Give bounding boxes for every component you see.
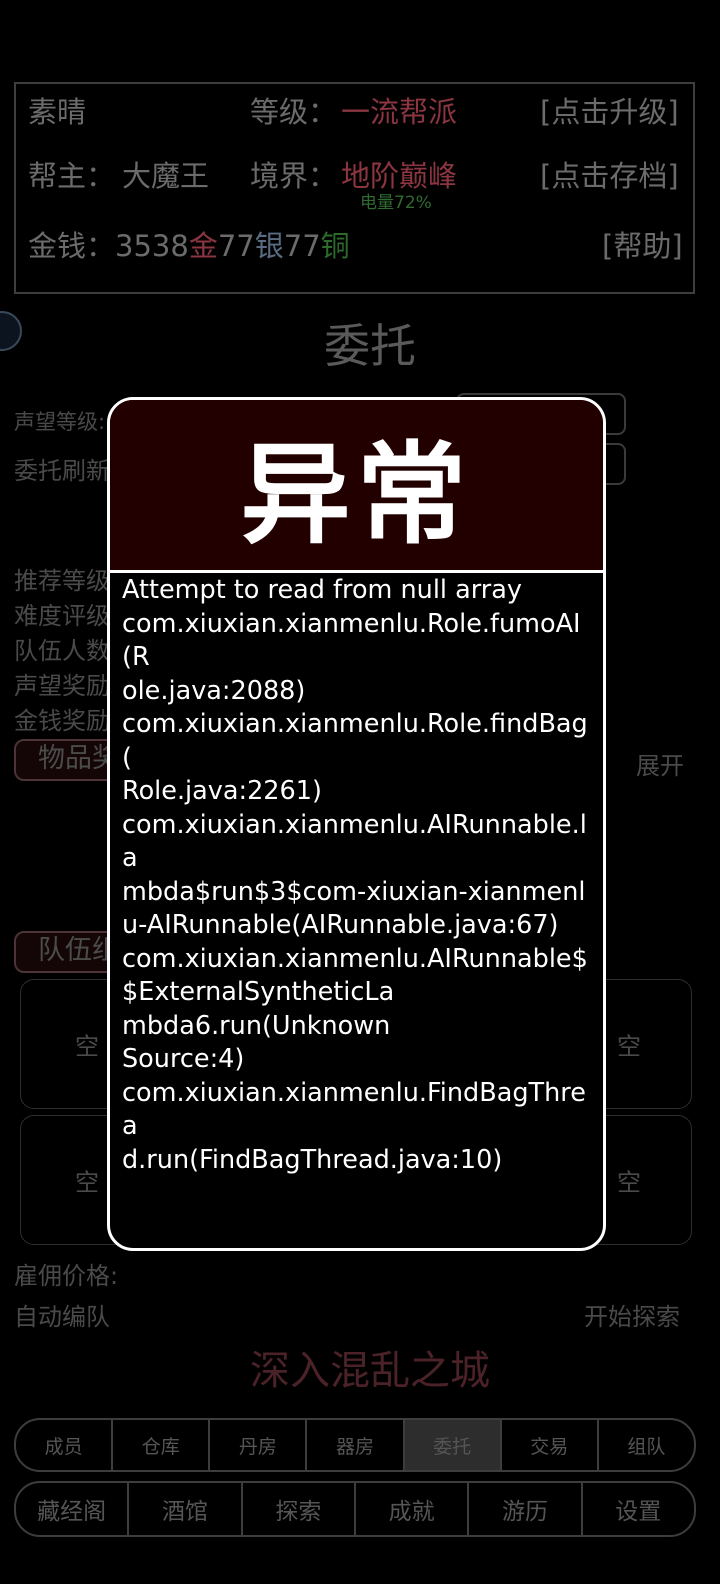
upgrade-link[interactable]: [点击升级] <box>540 96 679 128</box>
gold-amount: 3538 <box>115 229 189 263</box>
sect-info-panel: 素晴 等级： 一流帮派 [点击升级] 帮主： 大魔王 境界： 地阶巅峰 电量72… <box>14 82 695 294</box>
silver-amount: 77 <box>217 229 255 263</box>
primary-tab[interactable]: 仓库 <box>113 1420 211 1470</box>
slot-empty-text: 空 <box>75 1168 99 1197</box>
stack-trace-text: Attempt to read from null array com.xiuxi… <box>122 574 593 1177</box>
recommend-level-label: 推荐等级 <box>14 567 110 595</box>
money-reward-label: 金钱奖励 <box>14 707 110 735</box>
start-explore-button[interactable]: 开始探索 <box>584 1297 680 1332</box>
dialog-header: 异常 <box>110 400 603 573</box>
stack-trace-line: com.xiuxian.xianmenlu.AIRunnable$ <box>122 943 588 974</box>
dialog-title: 异常 <box>240 431 473 559</box>
sect-name: 素晴 <box>28 95 87 129</box>
stack-trace-line: com.xiuxian.xianmenlu.FindBagThrea <box>122 1077 586 1142</box>
slot-empty-text: 空 <box>617 1168 641 1197</box>
primary-tab[interactable]: 成员 <box>16 1420 114 1470</box>
stack-trace-line: com.xiuxian.xianmenlu.Role.findBag( <box>122 709 588 773</box>
battery-indicator: 电量72% <box>360 193 432 213</box>
stack-trace-line: com.xiuxian.xianmenlu.Role.fumoAI(R <box>122 608 581 673</box>
stack-trace-line: com.xiuxian.xianmenlu.AIRunnable.la <box>122 809 587 874</box>
primary-tab[interactable]: 丹房 <box>210 1420 308 1470</box>
page-title: 委托 <box>324 319 416 373</box>
auto-team-button[interactable]: 自动编队 <box>14 1297 110 1332</box>
error-dialog: 异常 Attempt to read from null array com.xi… <box>107 397 606 1251</box>
secondary-tab[interactable]: 探索 <box>243 1483 356 1535</box>
stack-trace-line: Role.java:2261) <box>122 776 322 806</box>
stack-trace-line: $ExternalSyntheticLa <box>122 977 395 1007</box>
help-link[interactable]: [帮助] <box>602 230 683 262</box>
primary-tab[interactable]: 委托 <box>404 1420 502 1470</box>
secondary-tab[interactable]: 游历 <box>469 1483 583 1535</box>
secondary-tab[interactable]: 藏经阁 <box>16 1483 130 1535</box>
stack-trace-line: u-AIRunnable(AIRunnable.java:67) <box>122 910 559 940</box>
team-size-label: 队伍人数 <box>14 637 110 665</box>
level-label: 等级： <box>250 95 338 129</box>
gold-unit: 金 <box>188 229 218 263</box>
money-row: 金钱：3538金77银77铜 <box>28 230 350 262</box>
slot-empty-text: 空 <box>617 1032 641 1061</box>
secondary-tab-bar: 藏经阁 酒馆 探索 成就 游历 设置 <box>14 1481 696 1537</box>
realm-label: 境界： <box>250 159 338 193</box>
copper-amount: 77 <box>283 229 321 263</box>
primary-tab[interactable]: 器房 <box>307 1420 405 1470</box>
stack-trace-line: Source:4) <box>122 1044 245 1074</box>
silver-unit: 银 <box>254 229 284 263</box>
stack-trace-line: Attempt to read from null array <box>122 575 522 605</box>
hire-price-label: 雇佣价格: <box>14 1262 119 1290</box>
copper-unit: 铜 <box>320 229 350 263</box>
expand-link[interactable]: 展开 <box>636 746 684 781</box>
slot-empty-text: 空 <box>75 1032 99 1061</box>
stack-trace-line: ole.java:2088) <box>122 675 306 706</box>
leader-label: 帮主： <box>28 159 116 193</box>
secondary-tab[interactable]: 成就 <box>356 1483 470 1535</box>
secondary-tab[interactable]: 酒馆 <box>129 1483 243 1535</box>
difficulty-label: 难度评级 <box>14 602 110 630</box>
refresh-label: 委托刷新 <box>14 457 110 485</box>
save-link[interactable]: [点击存档] <box>540 160 679 192</box>
secondary-tab[interactable]: 设置 <box>583 1483 694 1535</box>
stack-trace-line: mbda6.run(Unknown <box>122 1010 391 1041</box>
reputation-reward-label: 声望奖励 <box>14 672 110 700</box>
stack-trace-line: d.run(FindBagThread.java:10) <box>122 1144 503 1175</box>
reputation-label: 声望等级: <box>14 410 106 434</box>
money-label: 金钱： <box>28 229 116 263</box>
primary-tab[interactable]: 交易 <box>502 1420 599 1470</box>
primary-tab-bar: 成员 仓库 丹房 器房 委托 交易 组队 <box>14 1418 696 1472</box>
primary-tab[interactable]: 组队 <box>599 1420 694 1470</box>
level-value: 一流帮派 <box>341 95 458 129</box>
stack-trace-line: mbda$run$3$com-xiuxian-xianmenl <box>122 876 586 907</box>
dungeon-title: 深入混乱之城 <box>250 1348 490 1394</box>
leader-name: 大魔王 <box>122 159 210 193</box>
